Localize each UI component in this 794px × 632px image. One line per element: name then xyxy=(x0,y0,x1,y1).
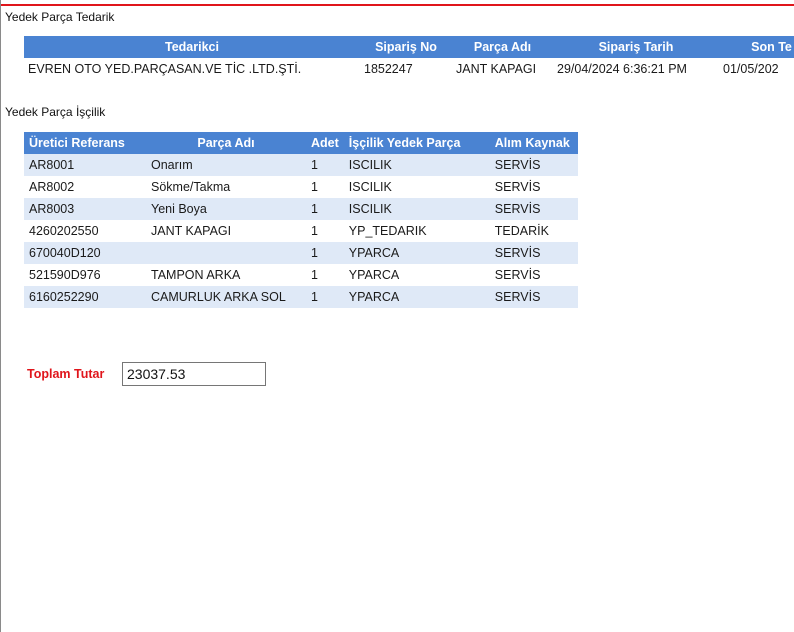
cell-quantity: 1 xyxy=(306,198,344,220)
cell-quantity: 1 xyxy=(311,268,318,282)
cell-labor-type: YPARCA xyxy=(343,286,490,308)
col-header-son-tarih[interactable]: Son Te xyxy=(719,36,794,58)
labor-section-title: Yedek Parça İşçilik xyxy=(5,105,106,119)
cell-part-name: Yeni Boya xyxy=(146,198,306,220)
cell-part-name: JANT KAPAGI xyxy=(151,224,232,238)
total-amount-field[interactable] xyxy=(122,362,266,386)
cell-reference: 521590D976 xyxy=(29,268,101,282)
cell-quantity: 1 xyxy=(306,154,344,176)
cell-source: SERVİS xyxy=(489,286,578,308)
cell-order-date: 29/04/2024 6:36:21 PM xyxy=(557,62,687,76)
cell-part-name: Sökme/Takma xyxy=(151,180,231,194)
col-header-alim-kaynak[interactable]: Alım Kaynak xyxy=(489,132,578,154)
cell-labor-type: ISCILIK xyxy=(343,154,490,176)
cell-part-name: Onarım xyxy=(146,154,306,176)
cell-reference: 4260202550 xyxy=(29,224,99,238)
table-row[interactable]: 670040D120 1 YPARCA SERVİS xyxy=(24,242,578,264)
cell-last-date: 01/05/202 xyxy=(723,62,779,76)
cell-labor-type: YPARCA xyxy=(348,268,400,282)
col-header-parca-adi[interactable]: Parça Adı xyxy=(146,132,306,154)
cell-quantity: 1 xyxy=(311,224,318,238)
table-row[interactable]: AR8003 Yeni Boya 1 ISCILIK SERVİS xyxy=(24,198,578,220)
cell-order-no: 1852247 xyxy=(364,62,413,76)
table-row[interactable]: AR8002 Sökme/Takma 1 ISCILIK SERVİS xyxy=(24,176,578,198)
supply-header-row: Tedarikci Sipariş No Parça Adı Sipariş T… xyxy=(24,36,794,58)
cell-quantity: 1 xyxy=(306,242,344,264)
cell-source: SERVİS xyxy=(489,154,578,176)
labor-table: Üretici Referans Parça Adı Adet İşçilik … xyxy=(24,132,578,308)
supply-section-title: Yedek Parça Tedarik xyxy=(5,10,115,24)
cell-reference: 6160252290 xyxy=(24,286,146,308)
col-header-iscilik-yedek-parca[interactable]: İşçilik Yedek Parça xyxy=(343,132,490,154)
cell-quantity: 1 xyxy=(311,180,318,194)
cell-reference: AR8001 xyxy=(24,154,146,176)
table-row[interactable]: AR8001 Onarım 1 ISCILIK SERVİS xyxy=(24,154,578,176)
col-header-parca-adi[interactable]: Parça Adı xyxy=(452,36,553,58)
cell-source: TEDARİK xyxy=(494,224,549,238)
supply-table: Tedarikci Sipariş No Parça Adı Sipariş T… xyxy=(24,36,794,80)
labor-table-container: Üretici Referans Parça Adı Adet İşçilik … xyxy=(24,132,578,308)
supply-table-container[interactable]: Tedarikci Sipariş No Parça Adı Sipariş T… xyxy=(24,36,794,80)
cell-reference: AR8003 xyxy=(24,198,146,220)
cell-supplier: EVREN OTO YED.PARÇASAN.VE TİC .LTD.ŞTİ. xyxy=(28,62,302,76)
table-row[interactable]: 4260202550 JANT KAPAGI 1 YP_TEDARIK TEDA… xyxy=(24,220,578,242)
col-header-adet[interactable]: Adet xyxy=(306,132,344,154)
cell-labor-type: ISCILIK xyxy=(348,180,392,194)
col-header-siparis-tarih[interactable]: Sipariş Tarih xyxy=(553,36,719,58)
labor-header-row: Üretici Referans Parça Adı Adet İşçilik … xyxy=(24,132,578,154)
cell-source: SERVİS xyxy=(489,198,578,220)
top-accent-rule xyxy=(1,4,794,6)
col-header-uretici-referans[interactable]: Üretici Referans xyxy=(24,132,146,154)
cell-source: SERVİS xyxy=(494,180,541,194)
total-amount-label: Toplam Tutar xyxy=(27,367,105,381)
col-header-tedarikci[interactable]: Tedarikci xyxy=(24,36,360,58)
cell-part-name: TAMPON ARKA xyxy=(151,268,241,282)
cell-source: SERVİS xyxy=(494,268,541,282)
cell-labor-type: YP_TEDARIK xyxy=(348,224,427,238)
cell-quantity: 1 xyxy=(306,286,344,308)
cell-labor-type: ISCILIK xyxy=(343,198,490,220)
cell-labor-type: YPARCA xyxy=(343,242,490,264)
cell-reference: AR8002 xyxy=(29,180,75,194)
cell-reference: 670040D120 xyxy=(24,242,146,264)
col-header-siparis-no[interactable]: Sipariş No xyxy=(360,36,452,58)
table-row[interactable]: EVREN OTO YED.PARÇASAN.VE TİC .LTD.ŞTİ. … xyxy=(24,58,794,80)
cell-source: SERVİS xyxy=(489,242,578,264)
table-row[interactable]: 521590D976 TAMPON ARKA 1 YPARCA SERVİS xyxy=(24,264,578,286)
window-left-border xyxy=(0,0,1,632)
cell-part-name xyxy=(146,242,306,264)
cell-part-name: CAMURLUK ARKA SOL xyxy=(146,286,306,308)
table-row[interactable]: 6160252290 CAMURLUK ARKA SOL 1 YPARCA SE… xyxy=(24,286,578,308)
cell-part-name: JANT KAPAGI xyxy=(456,62,537,76)
